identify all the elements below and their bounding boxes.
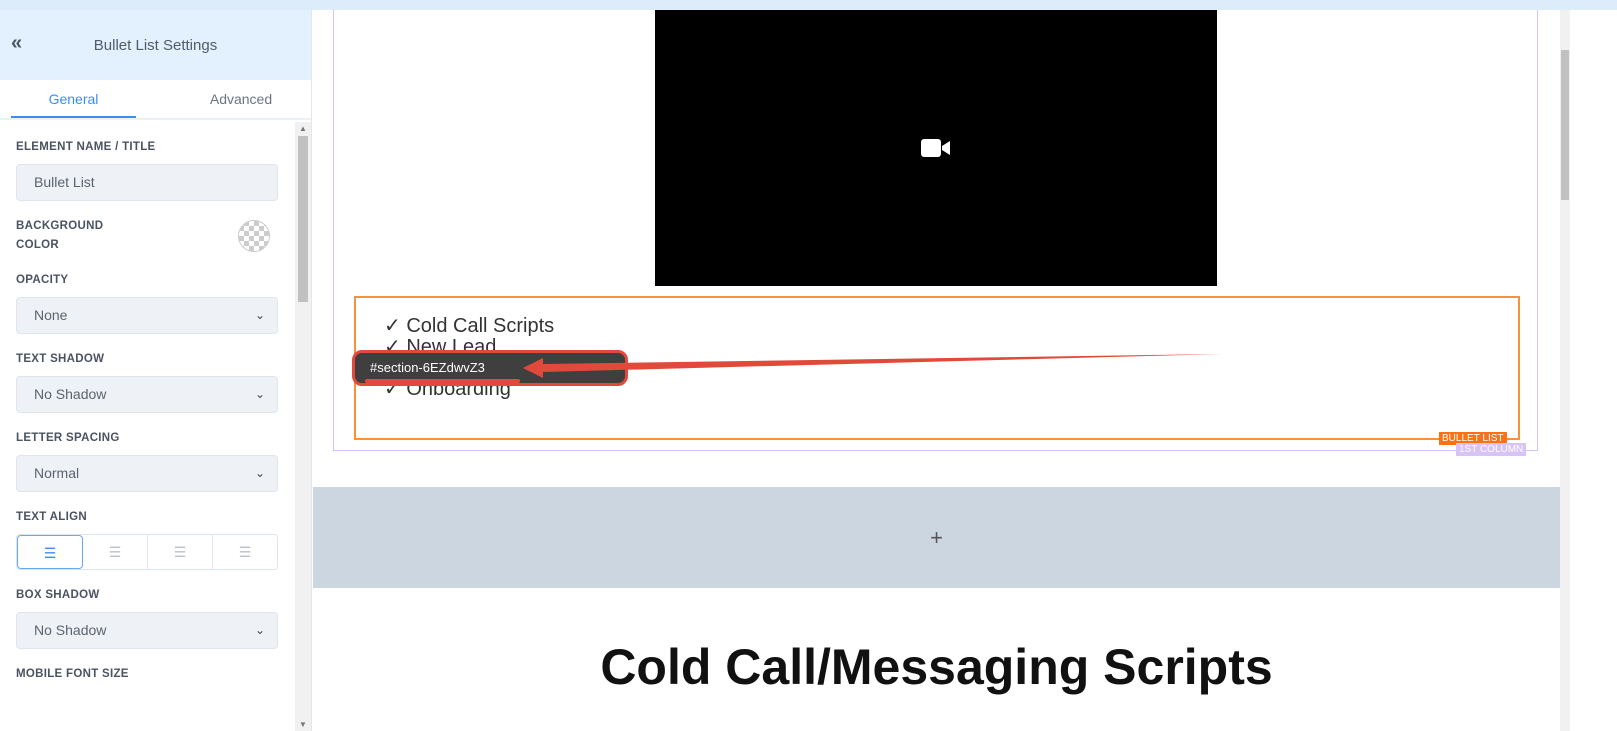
section-id-text: #section-6EZdwvZ3 (370, 360, 485, 375)
column-tag: 1ST COLUMN (1456, 443, 1527, 456)
canvas-scrollbar[interactable] (1560, 10, 1570, 731)
chevron-down-icon: ⌄ (254, 466, 265, 480)
box-shadow-select[interactable]: No Shadow ⌄ (16, 612, 278, 649)
scrollbar-thumb[interactable] (1561, 50, 1569, 200)
element-name-input[interactable]: Bullet List (16, 164, 278, 201)
bg-label-2: COLOR (16, 239, 60, 251)
color-picker-swatch[interactable] (238, 220, 270, 252)
annotation-underline (365, 379, 520, 383)
chevron-down-icon: ⌄ (254, 387, 265, 401)
scrollbar-thumb[interactable] (298, 136, 308, 302)
align-right-icon[interactable]: ☰ (148, 535, 213, 569)
align-left-icon[interactable]: ☰ (17, 535, 83, 569)
page-heading: Cold Call/Messaging Scripts (600, 639, 1273, 695)
mobile-font-size-label: MOBILE FONT SIZE (16, 668, 129, 680)
sidebar-header: « Bullet List Settings (0, 10, 311, 80)
settings-sidebar: « Bullet List Settings General Advanced … (0, 10, 312, 731)
letter-spacing-select[interactable]: Normal ⌄ (16, 455, 278, 492)
box-shadow-label: BOX SHADOW (16, 589, 100, 601)
add-section-button[interactable]: + (313, 487, 1560, 588)
collapse-icon[interactable]: « (11, 32, 22, 55)
video-camera-icon (921, 139, 950, 157)
scroll-up-icon[interactable]: ▲ (299, 124, 307, 133)
box-shadow-value: No Shadow (34, 622, 107, 638)
text-shadow-value: No Shadow (34, 386, 107, 402)
bg-label-1: BACKGROUND (16, 220, 104, 232)
top-band (0, 0, 1617, 10)
annotation-arrow-icon (523, 354, 1223, 378)
chevron-down-icon: ⌄ (254, 308, 265, 322)
editor-canvas: ✓ Cold Call Scripts ✓ New Lead ✓ Objecti… (313, 10, 1560, 731)
align-justify-icon[interactable]: ☰ (213, 535, 277, 569)
tabs: General Advanced (0, 80, 311, 120)
bullet-item: ✓ Cold Call Scripts (384, 315, 555, 337)
right-margin (1570, 10, 1617, 731)
text-shadow-label: TEXT SHADOW (16, 353, 105, 365)
element-name-label: ELEMENT NAME / TITLE (16, 141, 156, 153)
sidebar-title: Bullet List Settings (93, 36, 218, 54)
tab-advanced[interactable]: Advanced (171, 80, 311, 118)
opacity-value: None (34, 307, 68, 323)
video-element[interactable] (655, 10, 1217, 286)
letter-spacing-value: Normal (34, 465, 80, 481)
letter-spacing-label: LETTER SPACING (16, 432, 120, 444)
sidebar-scrollbar[interactable]: ▲ ▼ (295, 122, 311, 731)
text-align-label: TEXT ALIGN (16, 511, 87, 523)
settings-form: ELEMENT NAME / TITLE Bullet List BACKGRO… (0, 122, 294, 731)
align-center-icon[interactable]: ☰ (83, 535, 148, 569)
opacity-label: OPACITY (16, 274, 69, 286)
text-align-group: ☰ ☰ ☰ ☰ (16, 534, 278, 570)
scroll-down-icon[interactable]: ▼ (299, 720, 307, 729)
opacity-select[interactable]: None ⌄ (16, 297, 278, 334)
tab-general[interactable]: General (11, 80, 136, 118)
chevron-down-icon: ⌄ (254, 623, 265, 637)
text-shadow-select[interactable]: No Shadow ⌄ (16, 376, 278, 413)
background-color-label: BACKGROUND COLOR (16, 217, 103, 255)
